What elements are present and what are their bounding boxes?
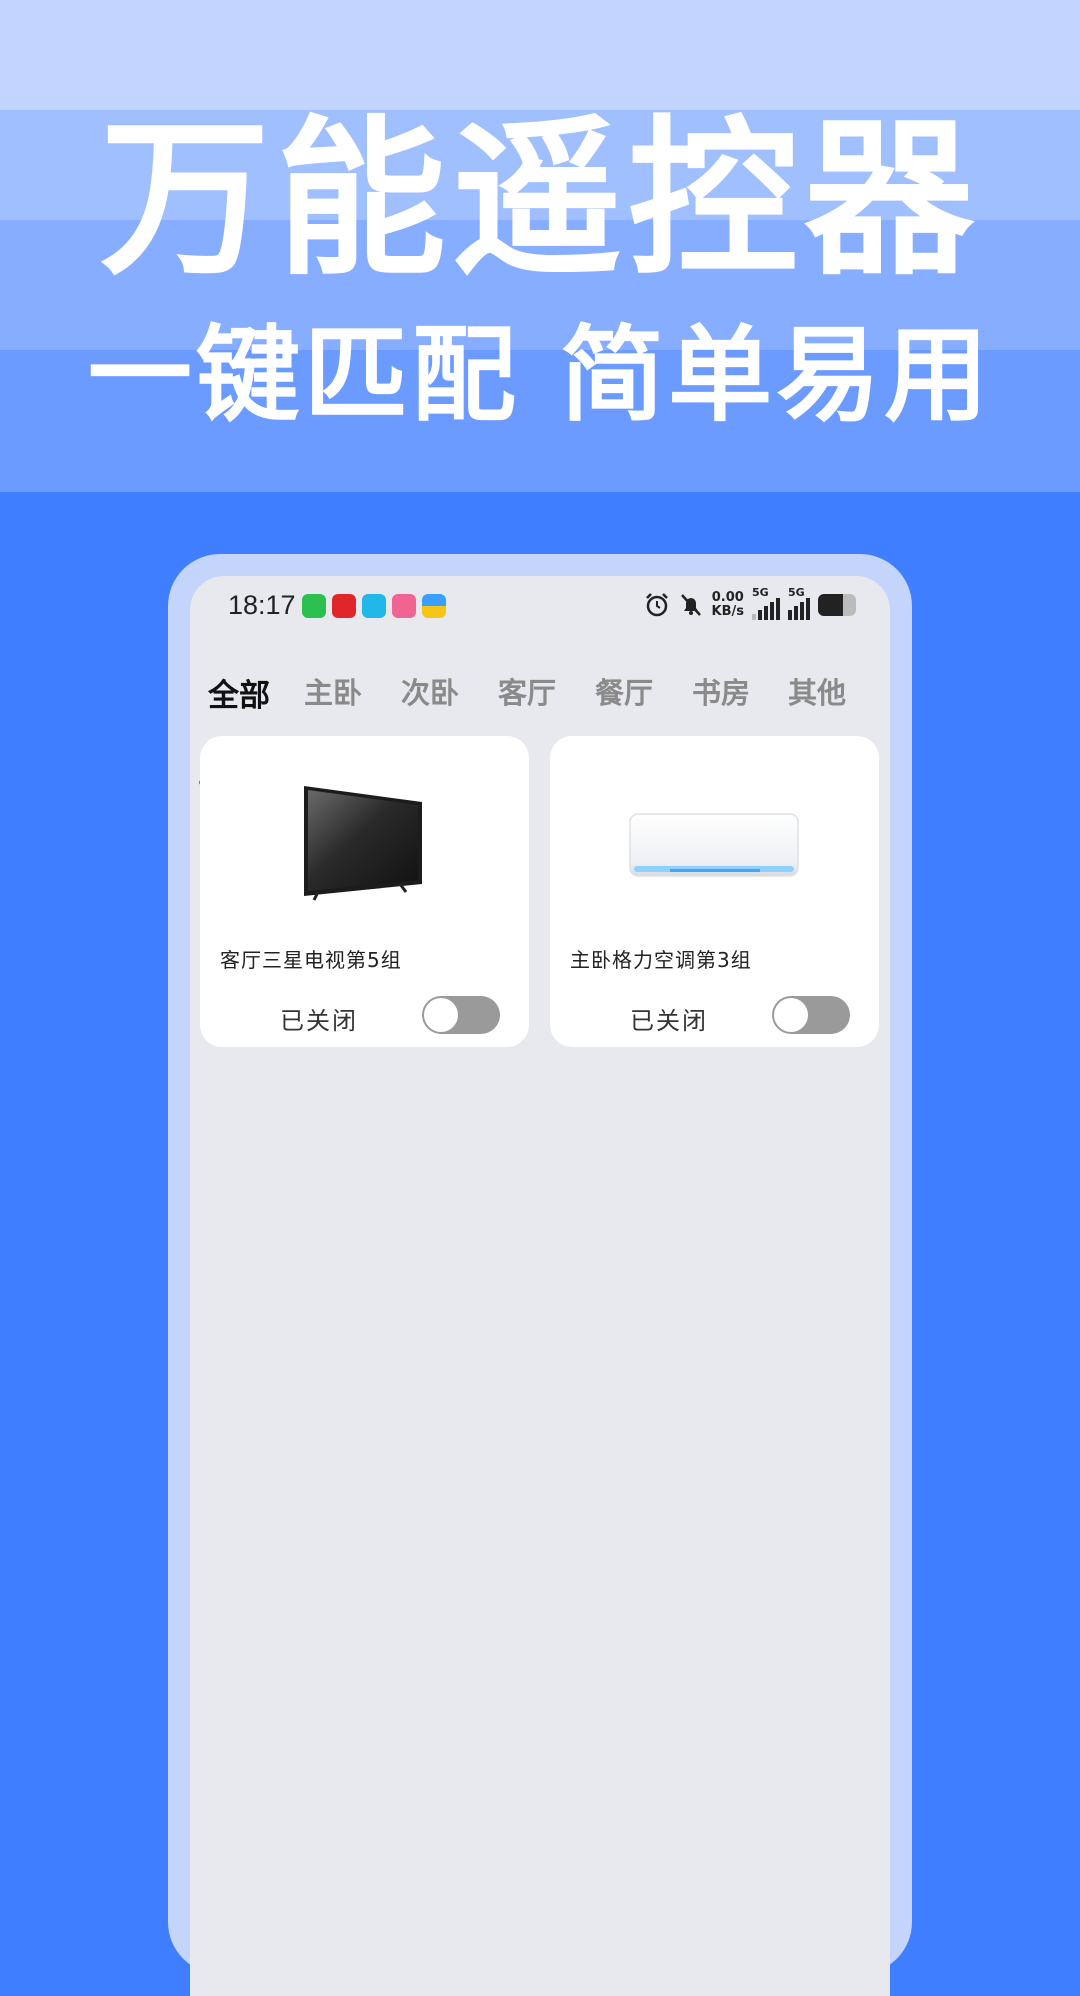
bilibili-icon	[392, 594, 416, 618]
power-toggle[interactable]	[772, 996, 850, 1034]
tab-other[interactable]: 其他	[788, 670, 846, 712]
notification-icons	[302, 594, 446, 618]
status-bar: 18:17 0.00 KB/s 5G 5G	[190, 576, 890, 650]
tv-icon	[304, 786, 422, 901]
status-right: 0.00 KB/s 5G 5G	[644, 586, 856, 620]
device-card[interactable]: 客厅三星电视第5组 已关闭	[200, 736, 529, 1047]
promo-subtitle: 一键匹配 简单易用	[87, 314, 993, 436]
signal-strength-icon: 5G	[788, 586, 810, 620]
room-tabs: 全部 主卧 次卧 客厅 餐厅 书房 其他	[190, 646, 890, 785]
toggle-knob	[774, 998, 808, 1032]
phone-screen: 18:17 0.00 KB/s 5G 5G 全部 主卧 次卧 客厅 餐厅 书房 …	[190, 576, 890, 1996]
promo-header: 万能遥控器 一键匹配 简单易用	[0, 0, 1080, 492]
tab-study[interactable]: 书房	[692, 670, 750, 712]
device-name: 主卧格力空调第3组	[570, 948, 752, 972]
battery-level	[818, 594, 843, 616]
signal-strength-icon: 5G	[752, 586, 780, 620]
tab-second-bedroom[interactable]: 次卧	[401, 670, 459, 712]
battery-icon	[818, 594, 856, 616]
status-time: 18:17	[228, 590, 296, 620]
phone-frame: 18:17 0.00 KB/s 5G 5G 全部 主卧 次卧 客厅 餐厅 书房 …	[168, 554, 912, 1996]
network-speed-value: 0.00	[711, 590, 744, 605]
promo-title: 万能遥控器	[99, 101, 980, 299]
wallet-icon	[422, 594, 446, 618]
air-conditioner-icon	[629, 813, 799, 877]
header-band	[0, 0, 1080, 110]
tab-dining-room[interactable]: 餐厅	[595, 670, 653, 712]
network-speed-unit: KB/s	[711, 604, 744, 619]
browser-icon	[362, 594, 386, 618]
power-toggle[interactable]	[422, 996, 500, 1034]
tab-master-bedroom[interactable]: 主卧	[304, 670, 362, 712]
wechat-icon	[302, 594, 326, 618]
device-status: 已关闭	[630, 1007, 708, 1035]
device-card[interactable]: 主卧格力空调第3组 已关闭	[550, 736, 879, 1047]
signal-label: 5G	[752, 586, 769, 599]
toggle-knob	[424, 998, 458, 1032]
device-status: 已关闭	[280, 1007, 358, 1035]
netease-music-icon	[332, 594, 356, 618]
mute-bell-icon	[680, 594, 701, 616]
signal-label: 5G	[788, 586, 805, 599]
alarm-icon	[645, 593, 668, 617]
device-name: 客厅三星电视第5组	[220, 948, 402, 972]
tab-all[interactable]: 全部	[208, 670, 270, 715]
tab-living-room[interactable]: 客厅	[498, 670, 556, 712]
network-speed: 0.00 KB/s	[712, 591, 744, 619]
